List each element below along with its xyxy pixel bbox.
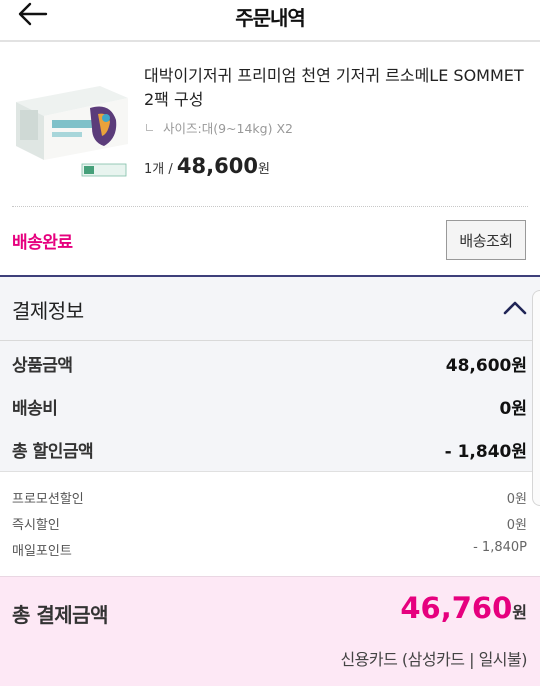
total-payment-value: 46,760 xyxy=(400,591,513,625)
page-title: 주문내역 xyxy=(235,6,306,30)
total-payment-unit: 원 xyxy=(512,603,527,622)
product-option-text: 사이즈:대(9~14kg) X2 xyxy=(163,121,293,136)
summary-label: 총 할인금액 xyxy=(12,442,94,462)
chevron-up-icon xyxy=(503,301,527,315)
detail-value: 0원 xyxy=(506,518,527,533)
summary-value: 48,600원 xyxy=(445,356,527,376)
detail-label: 프로모션할인 xyxy=(12,492,84,507)
payment-summary: 상품금액 48,600원 배송비 0원 총 할인금액 - 1,840원 xyxy=(0,341,540,472)
total-payment-amount: 46,760원 xyxy=(400,591,527,625)
track-delivery-button[interactable]: 배송조회 xyxy=(446,220,526,260)
total-payment-label: 총 결제금액 xyxy=(12,603,108,627)
total-payment-section: 총 결제금액 46,760원 신용카드 (삼성카드 | 일시불) xyxy=(0,576,540,686)
product-price-unit: 원 xyxy=(257,162,270,177)
payment-info-title: 결제정보 xyxy=(12,299,84,323)
top-bar: 주문내역 xyxy=(0,0,540,42)
indent-corner-icon xyxy=(146,124,153,131)
summary-value: - 1,840원 xyxy=(444,442,527,462)
payment-method: 신용카드 (삼성카드 | 일시불) xyxy=(340,650,527,669)
product-name[interactable]: 대박이기저귀 프리미엄 천연 기저귀 르소메LE SOMMET 2팩 구성 xyxy=(144,64,524,112)
summary-value: 0원 xyxy=(499,399,527,419)
product-price-value: 48,600 xyxy=(176,154,258,178)
detail-value: 0원 xyxy=(506,492,527,507)
product-price: 1개 / 48,600원 xyxy=(144,154,270,178)
summary-label: 상품금액 xyxy=(12,356,73,376)
payment-info-header[interactable]: 결제정보 xyxy=(0,275,540,341)
summary-label: 배송비 xyxy=(12,399,58,419)
collapse-toggle[interactable] xyxy=(500,297,530,319)
detail-value: - 1,840P xyxy=(473,540,527,555)
product-quantity: 1개 / xyxy=(144,162,173,177)
discount-details: 프로모션할인 0원 즉시할인 0원 매일포인트 - 1,840P xyxy=(0,472,540,576)
divider xyxy=(12,206,528,207)
product-image[interactable] xyxy=(12,64,132,182)
detail-label: 즉시할인 xyxy=(12,518,60,533)
scroll-handle[interactable] xyxy=(532,290,540,506)
product-option: 사이즈:대(9~14kg) X2 xyxy=(146,118,293,137)
detail-label: 매일포인트 xyxy=(12,544,72,559)
delivery-status: 배송완료 xyxy=(12,233,73,253)
